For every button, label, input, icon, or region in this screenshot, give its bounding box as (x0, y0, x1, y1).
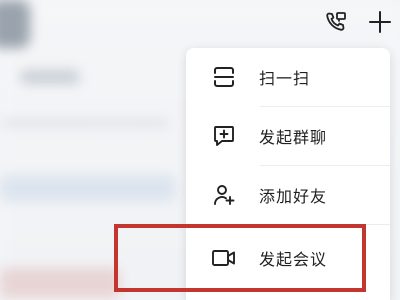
group-chat-icon (210, 122, 238, 150)
scan-icon (210, 63, 238, 91)
background-placeholder (20, 70, 80, 84)
background-placeholder (0, 268, 120, 298)
phone-call-icon (326, 12, 346, 31)
menu-item-label: 发起群聊 (259, 128, 328, 147)
header-actions (322, 4, 394, 40)
menu-item-group-chat[interactable]: 发起群聊 (186, 107, 390, 165)
menu-item-label: 添加好友 (259, 187, 328, 206)
phone-call-button[interactable] (322, 8, 350, 36)
highlight-box (114, 224, 366, 292)
menu-item-label: 扫一扫 (259, 69, 311, 88)
background-placeholder (0, 175, 175, 201)
add-menu-button[interactable] (366, 8, 394, 36)
plus-icon (369, 11, 391, 33)
background-placeholder (92, 118, 132, 128)
background-placeholder (0, 118, 170, 128)
add-friend-icon (210, 181, 238, 209)
background-avatar (0, 0, 30, 48)
menu-item-add-friend[interactable]: 添加好友 (186, 166, 390, 224)
menu-item-scan[interactable]: 扫一扫 (186, 48, 390, 106)
